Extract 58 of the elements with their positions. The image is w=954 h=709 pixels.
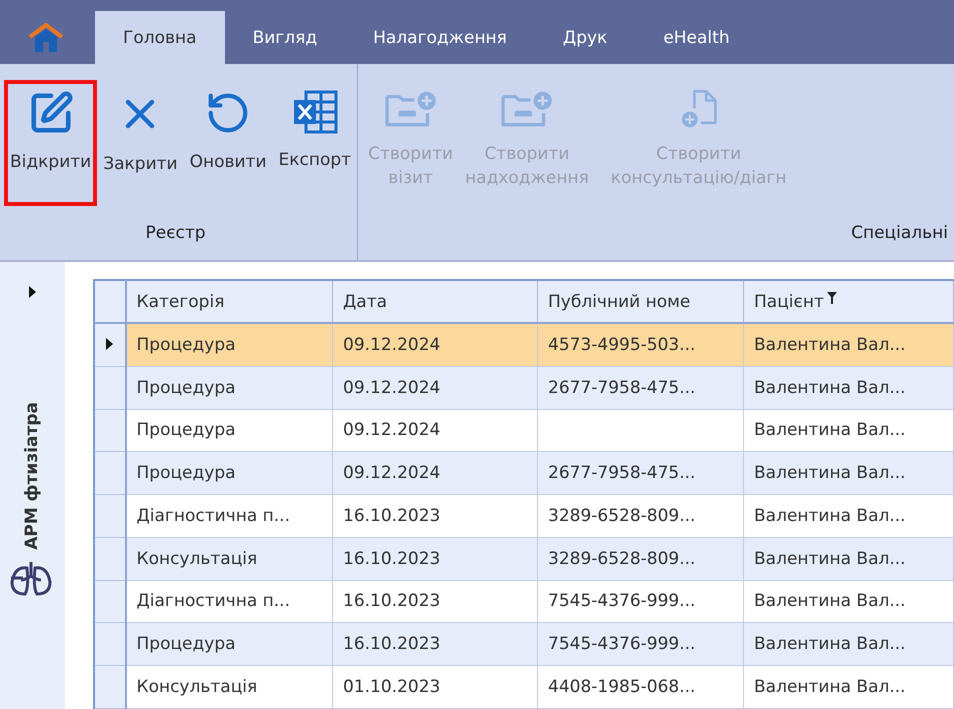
table-cell: Валентина Вал... bbox=[744, 666, 954, 708]
table-cell: 09.12.2024 bbox=[332, 366, 538, 410]
table-cell: Консультація bbox=[126, 666, 332, 708]
grid-corner bbox=[94, 280, 126, 323]
table-cell: 16.10.2023 bbox=[332, 580, 538, 623]
ribbon-tab[interactable]: Налагодження bbox=[345, 11, 535, 64]
table-cell: 16.10.2023 bbox=[332, 537, 538, 580]
table-cell: Валентина Вал... bbox=[744, 452, 954, 495]
table-cell: 2677-7958-475... bbox=[538, 452, 744, 495]
table-cell: 4573-4995-503... bbox=[538, 323, 744, 366]
table-cell: Консультація bbox=[126, 537, 332, 580]
ribbon-button[interactable]: Оновити bbox=[184, 80, 272, 206]
table-cell: 16.10.2023 bbox=[332, 622, 538, 666]
table-cell: 09.12.2024 bbox=[332, 409, 538, 452]
ribbon-group-label: Реєстр bbox=[144, 222, 207, 245]
table-cell: Валентина Вал... bbox=[744, 409, 954, 452]
table-cell: Валентина Вал... bbox=[744, 580, 954, 623]
ribbon-button[interactable]: Експорт bbox=[272, 80, 358, 206]
ribbon-tab[interactable]: eHealth bbox=[635, 11, 758, 64]
table-cell: 7545-4376-999... bbox=[538, 580, 744, 623]
table-cell: 2677-7958-475... bbox=[538, 366, 744, 410]
column-header[interactable]: Дата bbox=[332, 280, 538, 323]
table-cell: 16.10.2023 bbox=[332, 494, 538, 538]
table-cell: 09.12.2024 bbox=[332, 452, 538, 495]
table-cell: 09.12.2024 bbox=[332, 323, 538, 366]
ribbon-tab[interactable]: Головна bbox=[95, 11, 225, 64]
table-cell: Процедура bbox=[126, 622, 332, 666]
table-cell: Валентина Вал... bbox=[744, 323, 954, 366]
table-cell: Валентина Вал... bbox=[744, 494, 954, 538]
table-cell: Діагностична п... bbox=[126, 580, 332, 623]
column-header[interactable]: Публічний номе bbox=[538, 280, 744, 323]
home-icon[interactable] bbox=[28, 22, 64, 52]
column-header[interactable]: Пацієнт bbox=[744, 280, 954, 323]
current-row-icon[interactable] bbox=[106, 338, 113, 350]
table-cell: Процедура bbox=[126, 409, 332, 452]
table-cell: 3289-6528-809... bbox=[538, 537, 744, 580]
spreadsheet-icon bbox=[292, 90, 338, 134]
column-header[interactable]: Категорія bbox=[126, 280, 332, 323]
sidebar-title: АРМ фтизіатра bbox=[22, 402, 42, 550]
table-cell: Валентина Вал... bbox=[744, 622, 954, 666]
row-header[interactable] bbox=[94, 323, 126, 366]
table-cell: Валентина Вал... bbox=[744, 537, 954, 580]
ribbon-tab[interactable]: Вигляд bbox=[224, 11, 346, 64]
table-cell: Процедура bbox=[126, 452, 332, 495]
ribbon-group-label: Спеціальні bbox=[850, 222, 949, 245]
table-cell: 7545-4376-999... bbox=[538, 622, 744, 666]
filter-icon[interactable] bbox=[826, 292, 837, 304]
table-cell: Діагностична п... bbox=[126, 494, 332, 538]
table-cell: 4408-1985-068... bbox=[538, 666, 744, 708]
expand-arrow-icon[interactable] bbox=[28, 286, 36, 298]
table-cell: Валентина Вал... bbox=[744, 366, 954, 410]
table-cell: 01.10.2023 bbox=[332, 666, 538, 708]
ribbon-button[interactable]: Закрити bbox=[97, 80, 184, 206]
table-cell: Процедура bbox=[126, 323, 332, 366]
ribbon-tab[interactable]: Друк bbox=[534, 11, 636, 64]
table-cell: Процедура bbox=[126, 366, 332, 410]
ribbon-button[interactable]: Відкрити bbox=[4, 80, 98, 206]
table-cell: 3289-6528-809... bbox=[538, 494, 744, 538]
